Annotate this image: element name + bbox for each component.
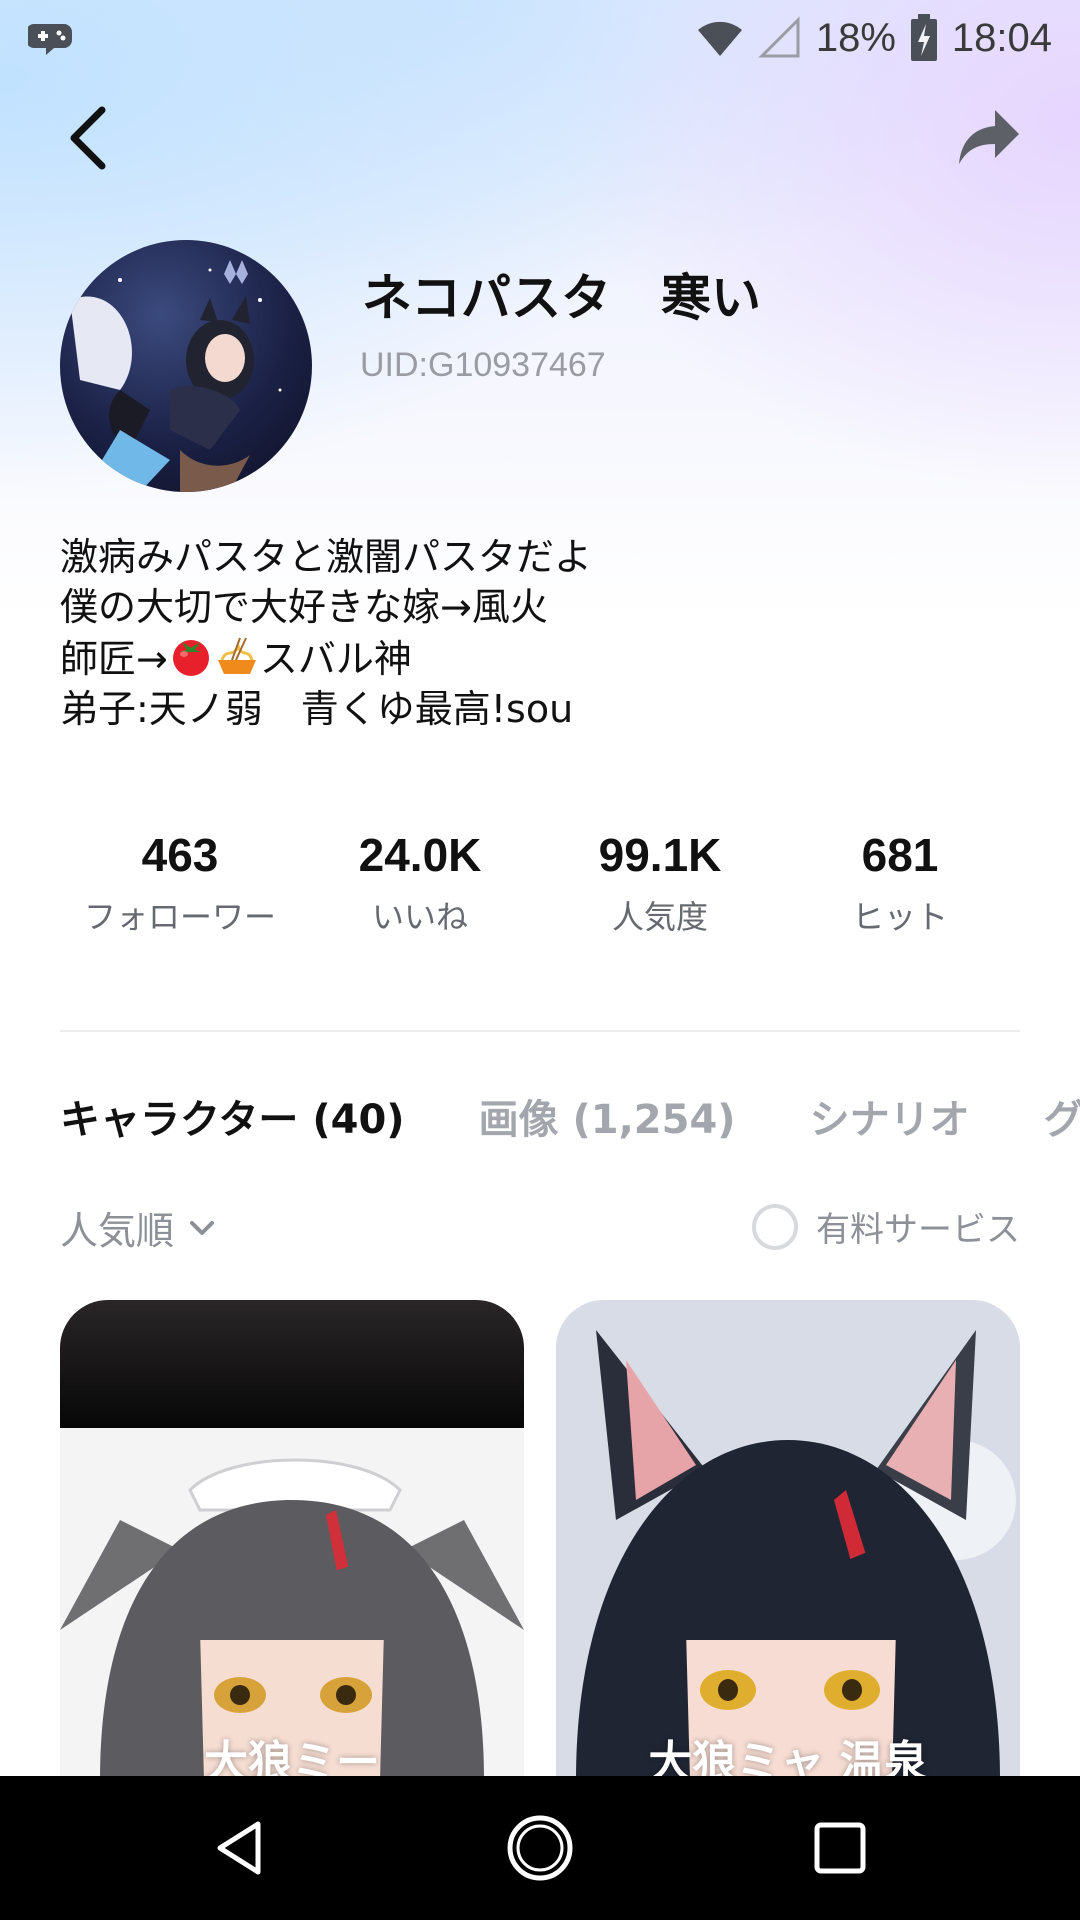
triangle-back-icon: [217, 1821, 261, 1875]
bio-line: 激病みパスタと激闇パスタだよ: [60, 535, 593, 579]
share-button[interactable]: [955, 106, 1023, 170]
stat-hits: 681 ヒット: [780, 820, 1020, 938]
stat-label: 人気度: [611, 898, 708, 936]
paid-service-toggle[interactable]: 有料サービス: [752, 1202, 1020, 1251]
stat-label: いいね: [371, 898, 468, 936]
bio-line: 僕の大切で大好きな嫁→風火: [60, 585, 548, 629]
content-tabs: キャラクター (40) 画像 (1,254) シナリオ グル: [60, 1085, 1080, 1155]
avatar-illustration: [70, 260, 282, 492]
system-navigation-bar: [0, 1776, 1080, 1920]
tab-images[interactable]: 画像 (1,254): [479, 1085, 736, 1155]
nav-home-button[interactable]: [460, 1776, 620, 1920]
paid-service-radio[interactable]: [752, 1203, 798, 1250]
wifi-icon: [697, 21, 742, 56]
sort-dropdown[interactable]: 人気順: [60, 1200, 216, 1255]
cell-signal-icon: [758, 16, 800, 58]
profile-name: ネコパスタ 寒い: [362, 269, 761, 327]
status-bar: 18% 18:04: [0, 0, 1080, 76]
character-thumbnail: [556, 1300, 1020, 1780]
chevron-left-icon: [70, 106, 106, 170]
tab-groups[interactable]: グル: [1044, 1085, 1080, 1155]
bio-line-prefix: 師匠→: [60, 637, 168, 681]
stat-likes: 24.0K いいね: [300, 820, 540, 938]
stat-label: フォローワー: [83, 898, 276, 936]
share-arrow-icon: [959, 110, 1019, 164]
stat-label: ヒット: [851, 898, 948, 936]
sort-label: 人気順: [60, 1209, 175, 1253]
battery-percent: 18%: [815, 15, 896, 60]
bio-line: 弟子:天ノ弱 青くゆ最高!sou: [60, 687, 574, 731]
stat-popularity: 99.1K 人気度: [540, 820, 780, 938]
stat-value: 24.0K: [358, 829, 482, 881]
avatar[interactable]: [60, 240, 312, 492]
profile-uid: UID:G10937467: [360, 346, 606, 384]
stat-value: 99.1K: [598, 829, 722, 881]
game-controller-chat-icon: [28, 24, 72, 55]
nav-recents-button[interactable]: [760, 1776, 920, 1920]
character-card[interactable]: 大狼ミー: [60, 1300, 524, 1780]
stat-followers[interactable]: 463 フォローワー: [60, 820, 300, 938]
character-card[interactable]: 大狼ミャ 温泉: [556, 1300, 1020, 1780]
circle-home-icon: [507, 1815, 573, 1881]
character-thumbnail: [60, 1300, 524, 1780]
stat-value: 681: [861, 829, 939, 881]
nav-back-button[interactable]: [160, 1776, 320, 1920]
stat-value: 463: [141, 829, 219, 881]
tab-scenarios[interactable]: シナリオ: [810, 1085, 970, 1155]
back-button[interactable]: [58, 100, 118, 176]
tab-characters[interactable]: キャラクター (40): [60, 1085, 405, 1155]
pasta-icon: [217, 637, 256, 674]
tomato-icon: [172, 640, 209, 676]
chevron-down-icon: [190, 1220, 215, 1235]
profile-bio: 激病みパスタと激闇パスタだよ 僕の大切で大好きな嫁→風火 師匠→ スバル神 弟子:…: [60, 532, 960, 734]
paid-service-label: 有料サービス: [816, 1210, 1020, 1250]
profile-stats: 463 フォローワー 24.0K いいね 99.1K 人気度 681 ヒット: [60, 820, 1020, 938]
square-recents-icon: [814, 1822, 866, 1874]
battery-charging-icon: [910, 14, 937, 61]
status-time: 18:04: [951, 15, 1052, 60]
character-card-title: 大狼ミャ 温泉: [648, 1737, 928, 1780]
bio-line-suffix: スバル神: [259, 637, 412, 681]
bio-line: 師匠→ スバル神: [60, 632, 960, 684]
character-card-title: 大狼ミー: [204, 1737, 380, 1780]
divider: [60, 1030, 1020, 1032]
